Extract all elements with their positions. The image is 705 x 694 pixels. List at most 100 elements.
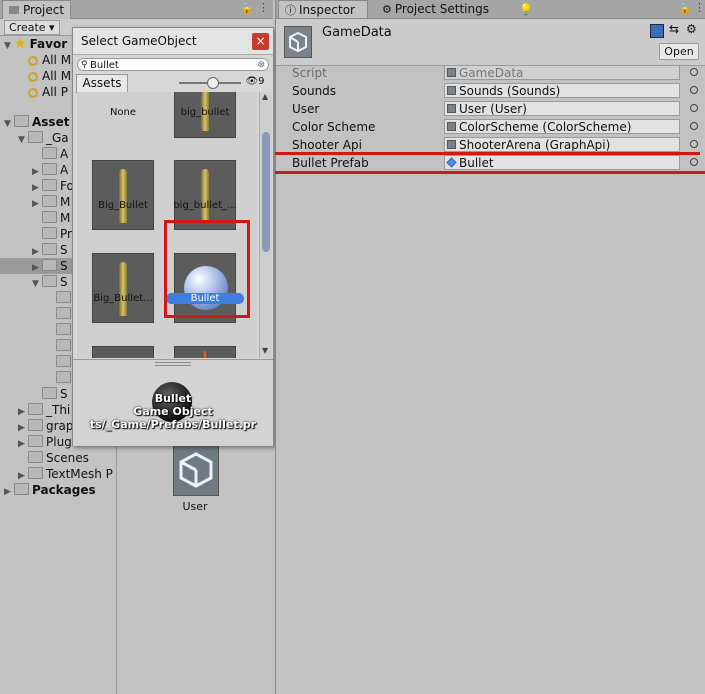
resize-handle[interactable] xyxy=(155,362,191,366)
object-field[interactable]: Bullet xyxy=(444,155,680,170)
script-icon xyxy=(447,140,456,149)
property-label: Sounds xyxy=(292,84,337,98)
user-asset-thumbnail[interactable] xyxy=(173,444,219,496)
create-label: Create xyxy=(9,21,46,34)
tree-item-label: S xyxy=(60,243,68,257)
saved-search-icon xyxy=(28,72,38,82)
lightbulb-icon: 💡 xyxy=(519,3,533,16)
folder-icon xyxy=(42,163,57,175)
preview-name: Bullet xyxy=(154,392,192,405)
collapsed-arrow-icon[interactable]: ▶ xyxy=(4,484,14,500)
preview-path: ts/_Game/Prefabs/Bullet.pr xyxy=(89,418,257,431)
tree-item[interactable]: Scenes xyxy=(0,450,116,466)
object-picker-icon[interactable] xyxy=(690,122,698,130)
asset-thumbnail[interactable] xyxy=(92,160,154,230)
tree-item-label: All M xyxy=(42,69,72,83)
object-field[interactable]: ColorScheme (ColorScheme) xyxy=(444,119,680,134)
object-field-value: ColorScheme (ColorScheme) xyxy=(459,120,632,134)
property-row: User User (User) xyxy=(276,100,705,118)
object-field[interactable]: User (User) xyxy=(444,101,680,116)
close-button[interactable]: × xyxy=(252,33,269,50)
object-picker-icon[interactable] xyxy=(690,104,698,112)
object-picker-icon xyxy=(690,68,698,76)
folder-icon xyxy=(56,339,71,351)
annotation-line-bottom xyxy=(275,171,705,174)
annotation-box xyxy=(164,220,250,318)
tree-item-label: Pr xyxy=(60,227,72,241)
tab-label: Project Settings xyxy=(394,2,489,16)
property-label: Script xyxy=(292,66,327,80)
tree-item-label: S xyxy=(60,275,68,289)
tab-project[interactable]: Project xyxy=(2,0,72,19)
tree-item-label: Asset xyxy=(32,115,70,129)
search-input[interactable]: ⚲ Bullet ⊗ xyxy=(77,58,269,71)
folder-icon xyxy=(56,371,71,383)
tab-label: Inspector xyxy=(299,3,355,17)
scrollbar-thumb[interactable] xyxy=(262,132,270,252)
create-button[interactable]: Create ▾ xyxy=(4,20,60,35)
gear-icon: ⚙ xyxy=(382,3,392,16)
hidden-packages-toggle[interactable]: 👁9 xyxy=(241,74,269,89)
menu-icon[interactable]: ⋮ xyxy=(694,1,705,14)
asset-grid-scrollbar[interactable]: ▲ ▼ xyxy=(259,92,272,358)
tree-item-label: Packages xyxy=(32,483,96,497)
tree-item-label: Plug xyxy=(46,435,72,449)
open-button[interactable]: Open xyxy=(659,43,699,60)
folder-icon xyxy=(42,195,57,207)
property-label: Color Scheme xyxy=(292,120,376,134)
none-option[interactable]: None xyxy=(84,107,162,118)
close-icon: × xyxy=(255,34,266,48)
tree-item[interactable]: ▶ TextMesh P xyxy=(0,466,116,482)
asset-label: big_bullet_... xyxy=(173,200,237,211)
clear-search-icon[interactable]: ⊗ xyxy=(257,59,265,72)
folder-icon xyxy=(28,451,43,463)
folder-icon xyxy=(42,259,57,271)
eye-slash-icon: 👁 xyxy=(245,76,259,87)
tree-item-label: S xyxy=(60,387,68,401)
bullet-tip-icon xyxy=(202,351,208,358)
tree-item-label: All M xyxy=(42,53,72,67)
asset-thumbnail[interactable] xyxy=(174,346,236,358)
tree-item-label: S xyxy=(60,259,68,273)
tree-item-label: _Thi xyxy=(46,403,71,417)
lock-icon[interactable]: 🔒 xyxy=(240,2,254,15)
asset-thumbnail[interactable] xyxy=(92,346,154,358)
script-icon xyxy=(447,86,456,95)
help-icon[interactable] xyxy=(650,24,664,38)
menu-icon[interactable]: ⋮ xyxy=(258,1,269,14)
tab-lighting[interactable]: 💡Lighting xyxy=(513,0,581,35)
inspector-panel: ⓘInspector⚙Project Settings💡Lighting 🔒 ⋮… xyxy=(275,0,705,694)
zoom-slider-handle[interactable] xyxy=(207,77,219,89)
scroll-down-icon[interactable]: ▼ xyxy=(262,346,268,355)
tab-assets[interactable]: Assets xyxy=(76,74,128,93)
presets-icon[interactable]: ⇆ xyxy=(669,22,679,36)
folder-icon xyxy=(28,435,43,447)
object-picker-icon[interactable] xyxy=(690,158,698,166)
object-picker-icon[interactable] xyxy=(690,140,698,148)
saved-search-icon xyxy=(28,56,38,66)
scroll-up-icon[interactable]: ▲ xyxy=(262,92,268,101)
object-picker-icon[interactable] xyxy=(690,86,698,94)
object-field[interactable]: ShooterArena (GraphApi) xyxy=(444,137,680,152)
tab-inspector[interactable]: ⓘ Inspector xyxy=(278,0,368,18)
tree-item[interactable]: ▶ Packages xyxy=(0,482,116,498)
lock-icon[interactable]: 🔒 xyxy=(678,2,692,15)
tree-item-label: M xyxy=(60,195,71,209)
gear-icon[interactable]: ⚙ xyxy=(686,22,697,36)
asset-thumbnail[interactable] xyxy=(92,253,154,323)
property-label: Bullet Prefab xyxy=(292,156,369,170)
folder-icon xyxy=(56,355,71,367)
tree-item-label: M xyxy=(60,211,71,225)
tab-project-settings[interactable]: ⚙ Project Settings xyxy=(376,0,504,18)
unity-logo-icon xyxy=(179,452,213,488)
object-field-value: Bullet xyxy=(459,156,494,170)
info-icon: ⓘ xyxy=(285,4,296,17)
object-field-value: GameData xyxy=(459,66,524,80)
folder-icon xyxy=(42,179,57,191)
tree-item-label: A xyxy=(60,147,69,161)
asset-label: Big_Bullet... xyxy=(93,293,153,304)
folder-icon xyxy=(28,467,43,479)
saved-search-icon xyxy=(28,88,38,98)
folder-icon xyxy=(42,275,57,287)
object-field[interactable]: Sounds (Sounds) xyxy=(444,83,680,98)
